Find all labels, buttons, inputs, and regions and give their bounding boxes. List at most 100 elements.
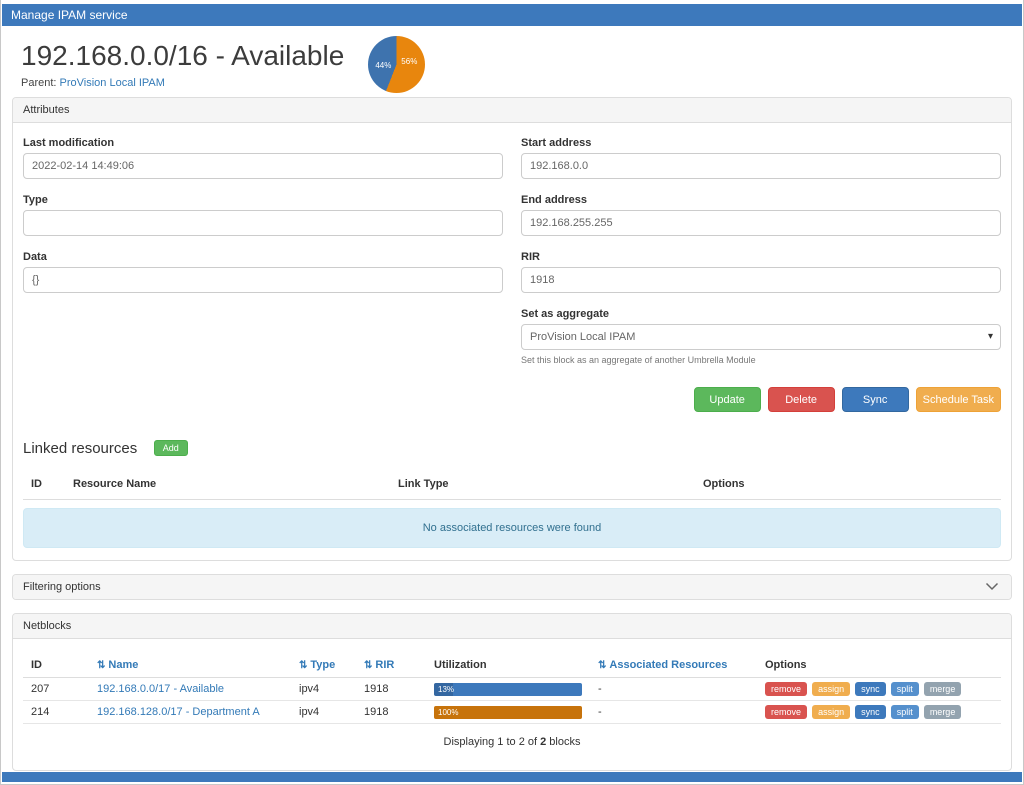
aggregate-select[interactable]: ProVision Local IPAM ▾ bbox=[521, 324, 1001, 350]
chevron-down-icon[interactable] bbox=[985, 582, 999, 594]
type-label: Type bbox=[23, 194, 503, 206]
add-linked-resource-button[interactable]: Add bbox=[154, 440, 188, 456]
netblock-link[interactable]: 192.168.0.0/17 - Available bbox=[97, 683, 224, 695]
attributes-actions: Update Delete Sync Schedule Task bbox=[521, 387, 1001, 412]
lr-col-options: Options bbox=[695, 472, 1001, 500]
start-address-label: Start address bbox=[521, 137, 1001, 149]
pie-slice-label-blue: 44% bbox=[375, 61, 391, 70]
end-address-label: End address bbox=[521, 194, 1001, 206]
netblock-resources: - bbox=[590, 678, 757, 701]
pagination-status: Displaying 1 to 2 of 2 blocks bbox=[23, 724, 1001, 758]
nb-col-type-sort[interactable]: ⇅Type bbox=[291, 653, 356, 678]
aggregate-selected-value: ProVision Local IPAM bbox=[530, 331, 635, 343]
page-title: 192.168.0.0/16 - Available bbox=[21, 40, 344, 72]
merge-button[interactable]: merge bbox=[924, 682, 962, 696]
end-address-input[interactable] bbox=[521, 210, 1001, 236]
lr-col-resource-name: Resource Name bbox=[65, 472, 390, 500]
netblock-options: remove assign sync split merge bbox=[757, 701, 1001, 724]
attributes-form: Last modification Type Data Start addres bbox=[23, 137, 1001, 412]
breadcrumb: Parent: ProVision Local IPAM bbox=[21, 77, 344, 89]
parent-link[interactable]: ProVision Local IPAM bbox=[60, 77, 165, 89]
nb-col-rir-label: RIR bbox=[375, 659, 394, 671]
netblocks-table: ID ⇅Name ⇅Type ⇅RIR Utilization ⇅Associa… bbox=[23, 653, 1001, 724]
nb-col-resources-sort[interactable]: ⇅Associated Resources bbox=[590, 653, 757, 678]
filtering-options-heading[interactable]: Filtering options bbox=[13, 575, 1011, 599]
field-rir: RIR bbox=[521, 251, 1001, 293]
rir-input[interactable] bbox=[521, 267, 1001, 293]
app-title: Manage IPAM service bbox=[11, 8, 128, 22]
field-set-as-aggregate: Set as aggregate ProVision Local IPAM ▾ … bbox=[521, 308, 1001, 365]
app-header-bar: Manage IPAM service bbox=[2, 4, 1022, 26]
netblock-resources: - bbox=[590, 701, 757, 724]
netblock-id: 207 bbox=[23, 678, 89, 701]
sort-icon: ⇅ bbox=[364, 660, 372, 671]
data-label: Data bbox=[23, 251, 503, 263]
update-button[interactable]: Update bbox=[694, 387, 761, 412]
lr-col-id: ID bbox=[23, 472, 65, 500]
nb-col-name-sort[interactable]: ⇅Name bbox=[89, 653, 291, 678]
empty-resources-alert: No associated resources were found bbox=[23, 508, 1001, 548]
page-header-text: 192.168.0.0/16 - Available Parent: ProVi… bbox=[21, 40, 344, 89]
caret-down-icon: ▾ bbox=[988, 325, 993, 349]
remove-button[interactable]: remove bbox=[765, 705, 807, 719]
nb-col-name-label: Name bbox=[108, 659, 138, 671]
sync-row-button[interactable]: sync bbox=[855, 682, 886, 696]
assign-button[interactable]: assign bbox=[812, 705, 850, 719]
nb-col-utilization: Utilization bbox=[426, 653, 590, 678]
page-header: 192.168.0.0/16 - Available Parent: ProVi… bbox=[1, 26, 1023, 97]
utilization-bar-label: 13% bbox=[438, 683, 454, 696]
data-input[interactable] bbox=[23, 267, 503, 293]
remove-button[interactable]: remove bbox=[765, 682, 807, 696]
netblocks-panel-body: ID ⇅Name ⇅Type ⇅RIR Utilization ⇅Associa… bbox=[13, 639, 1011, 770]
attributes-panel: Attributes Last modification Type Data bbox=[12, 97, 1012, 561]
nb-col-resources-label: Associated Resources bbox=[609, 659, 727, 671]
last-modification-input[interactable] bbox=[23, 153, 503, 179]
attributes-panel-heading: Attributes bbox=[13, 98, 1011, 123]
utilization-bar-label: 100% bbox=[438, 706, 458, 719]
sort-icon: ⇅ bbox=[97, 660, 105, 671]
nb-col-type-label: Type bbox=[310, 659, 335, 671]
netblock-type: ipv4 bbox=[291, 701, 356, 724]
sort-icon: ⇅ bbox=[598, 660, 606, 671]
pie-slice-label-orange: 56% bbox=[401, 57, 417, 66]
filtering-options-title: Filtering options bbox=[23, 581, 101, 593]
attributes-right-column: Start address End address RIR Set as agg… bbox=[521, 137, 1001, 412]
netblock-options: remove assign sync split merge bbox=[757, 678, 1001, 701]
lr-col-link-type: Link Type bbox=[390, 472, 695, 500]
last-modification-label: Last modification bbox=[23, 137, 503, 149]
netblock-rir: 1918 bbox=[356, 678, 426, 701]
sync-button[interactable]: Sync bbox=[842, 387, 909, 412]
pie-chart: 44% 56% bbox=[368, 36, 425, 93]
nb-col-id: ID bbox=[23, 653, 89, 678]
attributes-left-column: Last modification Type Data bbox=[23, 137, 503, 412]
delete-button[interactable]: Delete bbox=[768, 387, 835, 412]
pagination-prefix: Displaying 1 to 2 of bbox=[444, 736, 541, 748]
type-input[interactable] bbox=[23, 210, 503, 236]
split-button[interactable]: split bbox=[891, 705, 919, 719]
split-button[interactable]: split bbox=[891, 682, 919, 696]
netblock-row: 214 192.168.128.0/17 - Department A ipv4… bbox=[23, 701, 1001, 724]
netblock-link[interactable]: 192.168.128.0/17 - Department A bbox=[97, 706, 260, 718]
field-type: Type bbox=[23, 194, 503, 236]
footer-bar bbox=[2, 772, 1022, 782]
sync-row-button[interactable]: sync bbox=[855, 705, 886, 719]
aggregate-help-text: Set this block as an aggregate of anothe… bbox=[521, 355, 1001, 365]
netblock-id: 214 bbox=[23, 701, 89, 724]
rir-label: RIR bbox=[521, 251, 1001, 263]
linked-resources-title: Linked resources bbox=[23, 440, 137, 457]
merge-button[interactable]: merge bbox=[924, 705, 962, 719]
utilization-bar: 13% bbox=[434, 683, 582, 696]
field-end-address: End address bbox=[521, 194, 1001, 236]
field-start-address: Start address bbox=[521, 137, 1001, 179]
netblock-row: 207 192.168.0.0/17 - Available ipv4 1918… bbox=[23, 678, 1001, 701]
start-address-input[interactable] bbox=[521, 153, 1001, 179]
assign-button[interactable]: assign bbox=[812, 682, 850, 696]
schedule-task-button[interactable]: Schedule Task bbox=[916, 387, 1001, 412]
netblocks-panel-heading: Netblocks bbox=[13, 614, 1011, 639]
pagination-suffix: blocks bbox=[546, 736, 580, 748]
netblock-rir: 1918 bbox=[356, 701, 426, 724]
field-data: Data bbox=[23, 251, 503, 293]
page: Manage IPAM service 192.168.0.0/16 - Ava… bbox=[0, 0, 1024, 785]
nb-col-rir-sort[interactable]: ⇅RIR bbox=[356, 653, 426, 678]
linked-resources-section: Linked resources Add ID Resource Name Li… bbox=[23, 440, 1001, 548]
